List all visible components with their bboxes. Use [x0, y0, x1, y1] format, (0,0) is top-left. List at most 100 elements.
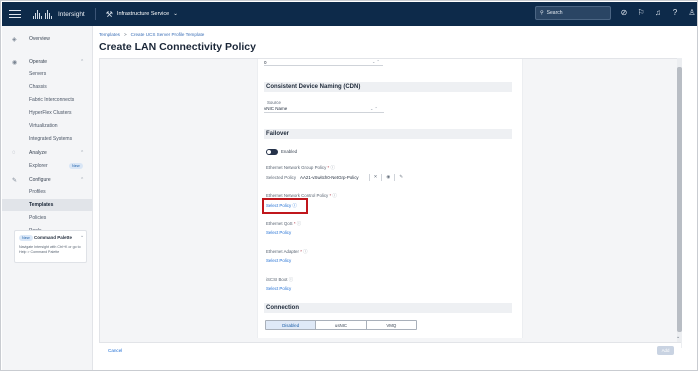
connection-segmented-control: Disabled usNIC VMQ: [265, 320, 417, 330]
select-policy-eth-adapter[interactable]: Select Policy: [266, 258, 291, 263]
sidebar-item-chassis[interactable]: Chassis: [2, 81, 93, 93]
sidebar-item-label: Servers: [29, 71, 47, 77]
failover-toggle[interactable]: [266, 149, 278, 155]
check-circle-icon[interactable]: ⊘: [619, 7, 629, 19]
chevron-down-icon: ⌄ ⌃: [370, 106, 378, 111]
sidebar-item-configure[interactable]: ✎ Configure ⌃: [2, 174, 93, 186]
sidebar-item-label: Profiles: [29, 189, 46, 195]
select-policy-eth-qos[interactable]: Select Policy: [266, 230, 291, 235]
sidebar-item-integrated-systems[interactable]: Integrated Systems: [2, 133, 93, 145]
required-marker: *: [300, 249, 302, 254]
search-icon: ⚲: [540, 10, 544, 16]
sidebar-item-overview[interactable]: ◈ Overview: [2, 33, 93, 45]
cancel-button[interactable]: Cancel: [108, 348, 122, 353]
user-icon[interactable]: ♙: [687, 7, 697, 19]
separator: [368, 174, 370, 181]
value-input[interactable]: 0 ⌄ ⌃: [264, 59, 383, 66]
megaphone-icon[interactable]: ⚐: [636, 7, 646, 19]
sidebar-item-label: Fabric Interconnects: [29, 97, 75, 103]
value-input-text: 0: [264, 59, 267, 65]
configure-icon: ✎: [12, 177, 18, 184]
connection-option-vmq[interactable]: VMQ: [366, 321, 416, 329]
sidebar-item-explorer[interactable]: Explorer New: [2, 160, 93, 172]
topbar-icons: ⊘ ⚐ ♫ ? ♙: [619, 7, 697, 19]
iscsi-boot-label: iSCSI Boot ⓘ: [266, 277, 293, 283]
sidebar-item-templates[interactable]: Templates: [2, 199, 93, 211]
add-button[interactable]: Add: [657, 346, 674, 355]
footer-bar: [99, 342, 681, 364]
sidebar-item-label: Virtualization: [29, 123, 58, 129]
menu-icon[interactable]: [9, 8, 21, 20]
chevron-up-icon: ⌃: [80, 150, 85, 156]
sidebar-item-label: Overview: [29, 36, 50, 42]
eth-adapter-label: Ethernet Adapter * ⓘ: [266, 249, 308, 255]
eth-network-group-label: Ethernet Network Group Policy * ⓘ: [266, 165, 335, 171]
bell-icon[interactable]: ♫: [653, 7, 663, 19]
sidebar-item-label: Operate: [29, 59, 48, 65]
sidebar-item-profiles[interactable]: Profiles: [2, 186, 93, 198]
top-bar: Intersight ⚒ Infrastructure Service ⌄ ⚲ …: [2, 2, 697, 26]
selected-policy-label: Selected Policy: [266, 175, 297, 180]
service-icon: ⚒: [105, 9, 113, 19]
chevron-down-icon: ⌄: [173, 11, 178, 17]
chevron-up-icon: ⌃: [80, 59, 85, 65]
sidebar-item-label: HyperFlex Clusters: [29, 110, 72, 116]
source-label: Source: [267, 100, 281, 105]
breadcrumb-templates[interactable]: Templates: [99, 32, 120, 37]
label-text: iSCSI Boot: [266, 277, 288, 282]
close-icon[interactable]: ✕: [374, 174, 378, 181]
service-selector[interactable]: ⚒ Infrastructure Service ⌄: [106, 10, 178, 19]
operate-icon: ◉: [12, 59, 18, 66]
label-text: Ethernet Adapter: [266, 249, 299, 254]
help-icon[interactable]: ?: [670, 7, 680, 19]
sidebar-item-analyze[interactable]: ◌ Analyze ⌃: [2, 147, 93, 159]
sidebar-item-servers[interactable]: Servers: [2, 68, 93, 80]
sidebar-item-operate[interactable]: ◉ Operate ⌃: [2, 56, 93, 68]
select-policy-iscsi[interactable]: Select Policy: [266, 286, 291, 291]
command-palette-card[interactable]: New Command Palette ⌄ Navigate Intersigh…: [14, 230, 87, 263]
stepper-icon[interactable]: ⌄ ⌃: [372, 59, 380, 64]
info-icon: ⓘ: [292, 203, 297, 208]
analyze-icon: ◌: [12, 150, 16, 156]
edit-icon[interactable]: ✎: [399, 174, 403, 181]
breadcrumb-create-template[interactable]: Create UCS Server Profile Template: [131, 32, 205, 37]
sidebar-item-label: Policies: [29, 215, 47, 221]
connection-option-disabled[interactable]: Disabled: [266, 321, 317, 329]
sidebar-item-hyperflex-clusters[interactable]: HyperFlex Clusters: [2, 107, 93, 119]
policy-actions: ✕ ◉ ✎: [368, 174, 403, 181]
connection-option-usnic[interactable]: usNIC: [316, 321, 367, 329]
breadcrumb: Templates > Create UCS Server Profile Te…: [99, 32, 204, 37]
topbar-divider: [94, 8, 96, 20]
separator: [394, 174, 396, 181]
info-icon: ⓘ: [303, 249, 308, 254]
scrollbar-thumb[interactable]: [677, 67, 682, 332]
eye-icon[interactable]: ◉: [386, 174, 390, 181]
sidebar-item-label: Templates: [29, 202, 54, 208]
command-palette-desc: Navigate Intersight with Ctrl+K or go to…: [19, 245, 81, 254]
selected-policy-row: Selected Policy AA21-vSwitch0-NetGrp-Pol…: [266, 174, 403, 181]
eth-qos-label: Ethernet QoS * ⓘ: [266, 221, 301, 227]
search-input[interactable]: ⚲ Search: [535, 6, 611, 20]
enabled-label: Enabled: [281, 149, 298, 154]
select-policy-eth-control[interactable]: Select Policy ⓘ: [266, 203, 297, 209]
sidebar-item-fabric-interconnects[interactable]: Fabric Interconnects: [2, 94, 93, 106]
breadcrumb-separator: >: [123, 32, 127, 37]
sidebar-item-label: Explorer: [29, 163, 48, 169]
label-text: Ethernet QoS: [266, 221, 293, 226]
sidebar-item-virtualization[interactable]: Virtualization: [2, 120, 93, 132]
scroll-down-icon[interactable]: ⌄: [676, 334, 680, 340]
main-panel: [99, 58, 681, 364]
chevron-down-icon[interactable]: ⌄: [80, 233, 84, 239]
sidebar-item-policies[interactable]: Policies: [2, 212, 93, 224]
source-select[interactable]: vNIC Name ⌄ ⌃: [264, 106, 384, 113]
section-connection: Connection: [264, 303, 512, 313]
source-value: vNIC Name: [264, 106, 288, 111]
sidebar: ◈ Overview ◉ Operate ⌃ Servers Chassis F…: [2, 26, 93, 370]
selected-policy-value[interactable]: AA21-vSwitch0-NetGrp-Policy: [300, 175, 359, 180]
page-title: Create LAN Connectivity Policy: [99, 41, 256, 53]
info-icon: ⓘ: [330, 165, 335, 170]
info-icon: ⓘ: [288, 277, 294, 282]
sidebar-item-label: Chassis: [29, 84, 47, 90]
sidebar-item-label: Integrated Systems: [29, 136, 73, 142]
cisco-logo: [33, 9, 52, 19]
